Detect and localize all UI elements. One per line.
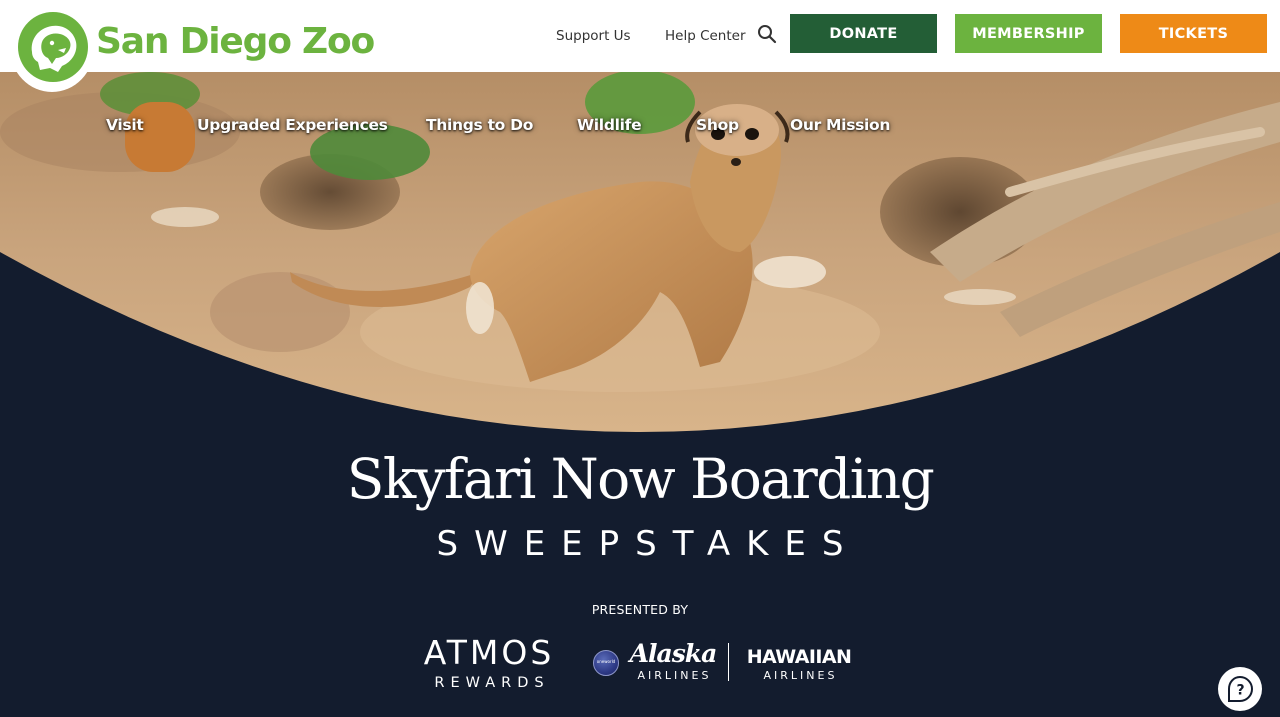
help-widget-button[interactable]: ? [1218,667,1262,711]
nav-item-upgraded-experiences[interactable]: Upgraded Experiences [197,116,388,134]
brand-name[interactable]: San Diego Zoo [96,24,375,60]
search-icon[interactable] [757,24,777,44]
help-center-link[interactable]: Help Center [665,27,746,45]
atmos-logo: ATMOS [423,633,555,672]
oneworld-label: oneworld [596,659,616,664]
nav-item-visit[interactable]: Visit [106,116,144,134]
membership-button[interactable]: MEMBERSHIP [955,14,1102,53]
nav-item-our-mission[interactable]: Our Mission [790,116,890,134]
nav-item-wildlife[interactable]: Wildlife [577,116,642,134]
atmos-rewards-label: REWARDS [434,675,550,691]
support-us-link[interactable]: Support Us [556,27,631,45]
zoo-logo-icon[interactable] [18,12,88,82]
promo-headline: Skyfari Now Boarding [346,447,935,511]
donate-button[interactable]: DONATE [790,14,937,53]
sponsor-divider [728,643,729,681]
question-mark-icon: ? [1228,675,1254,702]
alaska-airlines-label: AIRLINES [637,669,712,682]
presented-by-label: PRESENTED BY [591,602,689,617]
nav-item-things-to-do[interactable]: Things to Do [426,116,533,134]
nav-item-shop[interactable]: Shop [696,116,739,134]
promo-subline: SWEEPSTAKES [436,524,860,564]
alaska-logo: Alaska [629,639,718,668]
hawaiian-airlines-label: AIRLINES [763,669,838,682]
hawaiian-logo: HAWAIIAN [746,646,852,668]
svg-text:?: ? [1236,683,1244,699]
tickets-button[interactable]: TICKETS [1120,14,1267,53]
